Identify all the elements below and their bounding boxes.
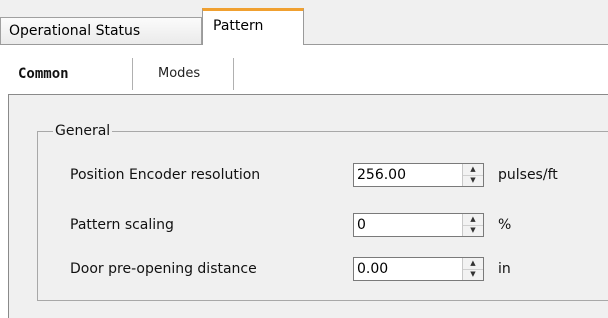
spin-down-icon[interactable]: ▼ [463,225,483,236]
position-encoder-resolution-label: Position Encoder resolution [70,167,261,183]
main-tabstrip: Operational Status Pattern [0,0,608,46]
spin-buttons: ▲ ▼ [462,214,483,236]
subtab-common[interactable]: Common [8,55,132,93]
tab-operational-status[interactable]: Operational Status [0,17,202,45]
position-encoder-resolution-input[interactable] [354,164,462,186]
spin-buttons: ▲ ▼ [462,258,483,280]
spin-down-icon[interactable]: ▼ [463,269,483,280]
general-group-title: General [53,122,113,140]
subtab-strip: Common Modes [8,55,608,94]
pattern-scaling-input[interactable] [354,214,462,236]
door-pre-opening-distance-input[interactable] [354,258,462,280]
spin-buttons: ▲ ▼ [462,164,483,186]
tab-pattern[interactable]: Pattern [202,8,304,46]
pattern-scaling-spinner: ▲ ▼ [353,213,484,237]
door-pre-opening-distance-spinner: ▲ ▼ [353,257,484,281]
tabstrip-divider [0,44,608,45]
pattern-scaling-unit: % [498,217,512,233]
spin-down-icon[interactable]: ▼ [463,175,483,186]
position-encoder-resolution-spinner: ▲ ▼ [353,163,484,187]
door-pre-opening-distance-unit: in [498,261,511,277]
position-encoder-resolution-unit: pulses/ft [498,167,558,183]
subtab-modes[interactable]: Modes [132,58,234,90]
pattern-scaling-label: Pattern scaling [70,217,174,233]
door-pre-opening-distance-label: Door pre-opening distance [70,261,257,277]
